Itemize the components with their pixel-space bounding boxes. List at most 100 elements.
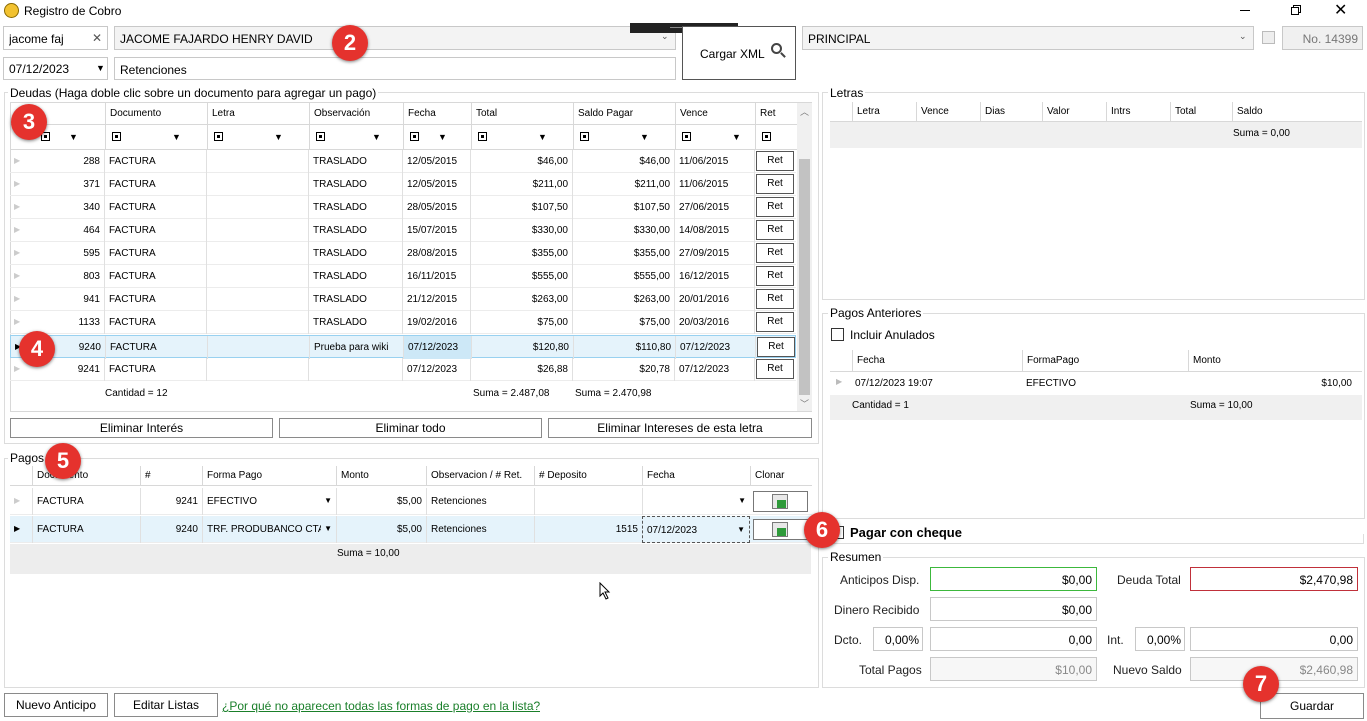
col-documento[interactable]: Documento [105, 103, 207, 125]
int-value-input[interactable]: 0,00 [1190, 627, 1358, 651]
minimize-icon[interactable] [1240, 10, 1250, 11]
col-letra-vence[interactable]: Vence [916, 102, 980, 122]
col-letra-valor[interactable]: Valor [1042, 102, 1106, 122]
deuda-row[interactable]: ▶ 9241 FACTURA 07/12/2023 $26,88 $20,78 07/12/… [10, 358, 796, 381]
deuda-row[interactable]: ▶ 464 FACTURA TRASLADO 15/07/2015 $330,00 $330… [10, 219, 796, 242]
anticipos-field: $0,00 [930, 567, 1097, 591]
clonar-button[interactable] [753, 519, 808, 540]
deuda-row[interactable]: ▶9240FACTURAPrueba para wiki07/12/2023$1… [10, 335, 796, 359]
ret-button[interactable]: Ret [757, 337, 795, 357]
scroll-thumb[interactable] [799, 159, 810, 395]
col-saldo[interactable]: Saldo Pagar [573, 103, 675, 125]
col-pago-deposito[interactable]: # Deposito [534, 466, 642, 486]
filter-fecha[interactable]: ▼ [403, 125, 471, 149]
cell-ret: Ret [754, 311, 796, 334]
col-observacion[interactable]: Observación [309, 103, 403, 125]
pago-row[interactable]: ▶ FACTURA 9241 EFECTIVO ▼ $5,00 Retenciones ▼ [10, 488, 812, 515]
dcto-value-input[interactable]: 0,00 [930, 627, 1097, 651]
col-pago-monto[interactable]: Monto [336, 466, 426, 486]
pago-cell-forma[interactable]: TRF. PRODUBANCO CTA C▼ [202, 516, 336, 543]
cell-obs: TRASLADO [308, 150, 402, 173]
clear-icon[interactable]: ✕ [92, 31, 102, 45]
dinero-recibido-input[interactable]: $0,00 [930, 597, 1097, 621]
int-pct-input[interactable]: 0,00% [1135, 627, 1185, 651]
deuda-row[interactable]: ▶ 941 FACTURA TRASLADO 21/12/2015 $263,00 $263… [10, 288, 796, 311]
ret-button[interactable]: Ret [756, 151, 794, 171]
deuda-row[interactable]: ▶ 803 FACTURA TRASLADO 16/11/2015 $555,00 $555… [10, 265, 796, 288]
number-checkbox[interactable] [1262, 31, 1275, 44]
cell-saldo: $20,78 [572, 358, 674, 381]
filter-ret[interactable] [755, 125, 797, 149]
deuda-row[interactable]: ▶ 371 FACTURA TRASLADO 12/05/2015 $211,00 $211… [10, 173, 796, 196]
ret-button[interactable]: Ret [756, 243, 794, 263]
nuevo-anticipo-button[interactable]: Nuevo Anticipo [4, 693, 108, 717]
eliminar-interes-button[interactable]: Eliminar Interés [10, 418, 273, 438]
ret-button[interactable]: Ret [756, 174, 794, 194]
cell-num: 803 [83, 271, 100, 282]
branch-select[interactable]: PRINCIPAL ⌄ [802, 26, 1254, 50]
pago-cell-fecha[interactable]: ▼ [642, 488, 750, 515]
col-pa-forma[interactable]: FormaPago [1022, 350, 1188, 372]
resumen-title: Resumen [828, 550, 884, 564]
col-letra-dias[interactable]: Dias [980, 102, 1042, 122]
col-pago-fecha[interactable]: Fecha [642, 466, 750, 486]
filter-total[interactable]: ▼ [471, 125, 573, 149]
eliminar-intereses-letra-button[interactable]: Eliminar Intereses de esta letra [548, 418, 812, 438]
col-ret[interactable]: Ret [755, 103, 797, 125]
cell-fecha: 28/05/2015 [402, 196, 470, 219]
ret-button[interactable]: Ret [756, 220, 794, 240]
help-link[interactable]: ¿Por qué no aparecen todas las formas de… [222, 699, 540, 713]
dropdown-arrow-icon: ▼ [737, 525, 745, 534]
deuda-row[interactable]: ▶ 1133 FACTURA TRASLADO 19/02/2016 $75,00 $75,… [10, 311, 796, 334]
filter-letra[interactable]: ▼ [207, 125, 309, 149]
col-pago-clonar[interactable]: Clonar [750, 466, 812, 486]
deuda-total-label: Deuda Total [1117, 573, 1181, 587]
ret-button[interactable]: Ret [756, 289, 794, 309]
clonar-button[interactable] [753, 491, 808, 512]
col-vence[interactable]: Vence [675, 103, 755, 125]
restore-icon[interactable] [1291, 5, 1301, 15]
col-pago-obs[interactable]: Observacion / # Ret. [426, 466, 534, 486]
concept-input[interactable]: Retenciones [114, 57, 676, 80]
filter-documento[interactable]: ▼ [105, 125, 207, 149]
col-letra-intrs[interactable]: Intrs [1106, 102, 1170, 122]
ret-button[interactable]: Ret [756, 312, 794, 332]
col-fecha[interactable]: Fecha [403, 103, 471, 125]
cell-ret: Ret [754, 242, 796, 265]
cargar-xml-button[interactable]: Cargar XML [682, 26, 796, 80]
filter-vence[interactable]: ▼ [675, 125, 755, 149]
cell-total: $75,00 [470, 311, 572, 334]
editar-listas-button[interactable]: Editar Listas [114, 693, 218, 717]
close-icon[interactable]: ✕ [1334, 0, 1347, 20]
pago-cell-forma[interactable]: EFECTIVO ▼ [202, 488, 336, 515]
eliminar-todo-button[interactable]: Eliminar todo [279, 418, 542, 438]
pago-row[interactable]: ▶ FACTURA9240TRF. PRODUBANCO CTA C▼$5,00R… [10, 516, 812, 543]
dcto-pct-input[interactable]: 0,00% [873, 627, 923, 651]
ret-button[interactable]: Ret [756, 197, 794, 217]
ret-button[interactable]: Ret [756, 266, 794, 286]
col-pago-forma[interactable]: Forma Pago [202, 466, 336, 486]
ret-button[interactable]: Ret [756, 359, 794, 379]
filter-saldo[interactable]: ▼ [573, 125, 675, 149]
pago-cell-fecha[interactable]: 07/12/2023 ▼ [642, 516, 750, 543]
deuda-row[interactable]: ▶ 340 FACTURA TRASLADO 28/05/2015 $107,50 $107… [10, 196, 796, 219]
col-letra[interactable]: Letra [207, 103, 309, 125]
pagos-anteriores-row[interactable]: ▶ 07/12/2023 19:07 EFECTIVO $10,00 [830, 372, 1362, 395]
col-letra-total[interactable]: Total [1170, 102, 1232, 122]
deuda-row[interactable]: ▶ 288 FACTURA TRASLADO 12/05/2015 $46,00 $46,0… [10, 150, 796, 173]
col-letra-saldo[interactable]: Saldo [1232, 102, 1362, 122]
col-pago-num[interactable]: # [140, 466, 202, 486]
filter-observacion[interactable]: ▼ [309, 125, 403, 149]
guardar-button[interactable]: Guardar [1260, 693, 1364, 719]
deuda-row[interactable]: ▶ 595 FACTURA TRASLADO 28/08/2015 $355,00 $355… [10, 242, 796, 265]
col-letra[interactable]: Letra [852, 102, 916, 122]
client-select[interactable]: JACOME FAJARDO HENRY DAVID ⌄ [114, 26, 676, 50]
col-pa-fecha[interactable]: Fecha [852, 350, 1022, 372]
cell-total: $330,00 [470, 219, 572, 242]
search-input[interactable]: jacome faj ✕ [3, 26, 108, 50]
date-picker[interactable]: 07/12/2023 ▼ [3, 57, 108, 80]
col-total[interactable]: Total [471, 103, 573, 125]
incluir-anulados-checkbox[interactable] [831, 328, 844, 341]
col-pa-monto[interactable]: Monto [1188, 350, 1362, 372]
deudas-scrollbar[interactable]: ︿ ﹀ [797, 103, 812, 411]
